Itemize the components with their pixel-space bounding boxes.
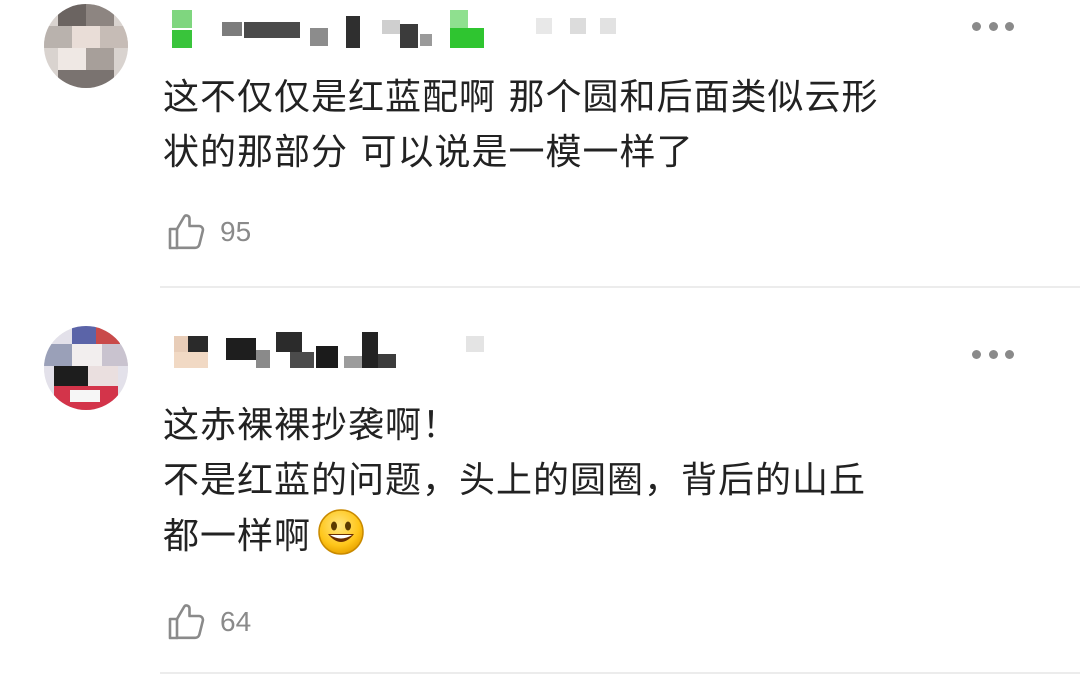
comment-text-line: 不是红蓝的问题，头上的圆圈，背后的山丘 (163, 460, 867, 501)
like-button[interactable]: 95 (164, 210, 251, 254)
comment-text-line-with-emoji: 都一样啊 (163, 508, 1043, 564)
more-dot (988, 349, 998, 359)
more-options-button[interactable] (972, 20, 1014, 32)
comment-item: 这赤裸裸抄袭啊！ 不是红蓝的问题，头上的圆圈，背后的山丘 都一样啊 64 (0, 288, 1080, 679)
username-blurred[interactable] (160, 10, 620, 50)
comment-text-line: 这赤裸裸抄袭啊！ (163, 405, 460, 446)
smiley-emoji-icon (318, 509, 364, 555)
like-count: 95 (220, 216, 252, 247)
comment-text-line: 这不仅仅是红蓝配啊 那个圆和后面类似云形 (163, 77, 879, 118)
thumbs-up-icon (168, 214, 205, 250)
more-options-button[interactable] (972, 348, 1014, 360)
divider (160, 672, 1080, 674)
more-dot (1005, 21, 1014, 31)
comment-text-line: 状的那部分 可以说是一模一样了 (163, 132, 694, 173)
more-dot (1005, 349, 1014, 359)
username-blurred[interactable] (160, 332, 620, 372)
avatar[interactable] (44, 326, 128, 410)
comment-text-line: 都一样啊 (163, 516, 312, 557)
more-dots-icon (972, 349, 981, 359)
like-button[interactable]: 64 (164, 600, 251, 644)
more-dot (988, 21, 998, 31)
more-dots-icon (972, 21, 981, 31)
comment-text: 这不仅仅是红蓝配啊 那个圆和后面类似云形 状的那部分 可以说是一模一样了 (163, 70, 1043, 180)
comment-text: 这赤裸裸抄袭啊！ 不是红蓝的问题，头上的圆圈，背后的山丘 都一样啊 (163, 398, 1043, 564)
thumbs-up-icon (168, 604, 205, 640)
like-count: 64 (220, 606, 252, 637)
comment-item: 这不仅仅是红蓝配啊 那个圆和后面类似云形 状的那部分 可以说是一模一样了 95 (0, 0, 1080, 287)
avatar[interactable] (44, 4, 128, 88)
